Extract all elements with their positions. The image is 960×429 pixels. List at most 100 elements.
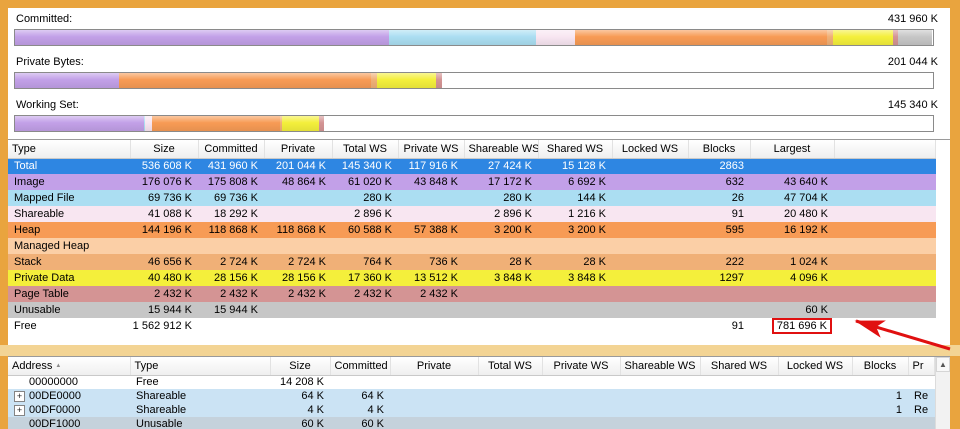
highlighted-largest-free-value: 781 696 K [772, 318, 832, 334]
column-header-private-ws[interactable]: Private WS [398, 140, 464, 158]
filler-cell [834, 254, 936, 270]
value-cell [398, 206, 464, 222]
value-cell [538, 302, 612, 318]
value-cell [542, 375, 620, 389]
value-cell [332, 302, 398, 318]
column-header-locked-ws[interactable]: Locked WS [612, 140, 688, 158]
type-cell: Stack [8, 254, 130, 270]
value-cell [688, 302, 750, 318]
column-header-locked-ws[interactable]: Locked WS [778, 357, 852, 375]
summary-row-unusable[interactable]: Unusable15 944 K15 944 K60 K [8, 302, 936, 318]
summary-row-managed_heap[interactable]: Managed Heap [8, 238, 936, 254]
value-cell: 2 724 K [198, 254, 264, 270]
column-header-pr[interactable]: Pr [908, 357, 935, 375]
type-cell: Image [8, 174, 130, 190]
type-cell: Private Data [8, 270, 130, 286]
column-header-shared-ws[interactable]: Shared WS [538, 140, 612, 158]
value-cell [542, 403, 620, 417]
value-cell: 64 K [270, 389, 330, 403]
detail-header-row: Address▲TypeSizeCommittedPrivateTotal WS… [8, 357, 935, 375]
value-cell [398, 238, 464, 254]
protection-cell: Re [908, 403, 935, 417]
column-header-blocks[interactable]: Blocks [852, 357, 908, 375]
value-cell [130, 238, 198, 254]
value-cell: 48 864 K [264, 174, 332, 190]
value-cell [612, 302, 688, 318]
column-header-private[interactable]: Private [390, 357, 478, 375]
column-header-size[interactable]: Size [270, 357, 330, 375]
value-cell: 60 K [270, 417, 330, 429]
column-header-type[interactable]: Type [8, 140, 130, 158]
column-header-total-ws[interactable]: Total WS [332, 140, 398, 158]
detail-row-00000000[interactable]: 00000000Free14 208 K [8, 375, 935, 389]
value-cell [478, 375, 542, 389]
column-header-shared-ws[interactable]: Shared WS [700, 357, 778, 375]
value-cell [390, 417, 478, 429]
value-cell: 1 [852, 389, 908, 403]
value-cell: 632 [688, 174, 750, 190]
value-cell: 57 388 K [398, 222, 464, 238]
summary-row-total[interactable]: Total536 608 K431 960 K201 044 K145 340 … [8, 158, 936, 174]
meter-segment-private_data [282, 116, 319, 131]
value-cell [612, 238, 688, 254]
column-header-address[interactable]: Address▲ [8, 357, 130, 375]
value-cell [264, 302, 332, 318]
meter-segment-mapped_file [389, 30, 537, 45]
expand-icon[interactable]: + [14, 391, 25, 402]
column-header-type[interactable]: Type [130, 357, 270, 375]
value-cell: 2 896 K [332, 206, 398, 222]
value-cell: 595 [688, 222, 750, 238]
value-cell [620, 417, 700, 429]
meter-segment-heap [152, 116, 281, 131]
value-cell [390, 389, 478, 403]
summary-row-private_data[interactable]: Private Data40 480 K28 156 K28 156 K17 3… [8, 270, 936, 286]
summary-row-stack[interactable]: Stack46 656 K2 724 K2 724 K764 K736 K28 … [8, 254, 936, 270]
detail-row-00DF1000[interactable]: 00DF1000Unusable60 K60 K [8, 417, 935, 429]
summary-row-free[interactable]: Free1 562 912 K91781 696 K [8, 318, 936, 334]
column-header-committed[interactable]: Committed [198, 140, 264, 158]
filler-cell [834, 238, 936, 254]
meter-segment-page_table [436, 73, 442, 88]
summary-row-mapped_file[interactable]: Mapped File69 736 K69 736 K280 K280 K144… [8, 190, 936, 206]
value-cell: 3 200 K [538, 222, 612, 238]
value-cell: 2 432 K [398, 286, 464, 302]
column-header-committed[interactable]: Committed [330, 357, 390, 375]
value-cell [612, 318, 688, 334]
private-bytes-label: Private Bytes: [16, 56, 84, 68]
value-cell [852, 375, 908, 389]
value-cell [778, 403, 852, 417]
expand-icon[interactable]: + [14, 405, 25, 416]
value-cell [700, 403, 778, 417]
detail-row-00DF0000[interactable]: +00DF0000Shareable4 K4 K1Re [8, 403, 935, 417]
meter-segment-heap [119, 73, 371, 88]
vertical-scrollbar[interactable]: ▲ [935, 357, 950, 429]
value-cell: 175 808 K [198, 174, 264, 190]
pane-splitter[interactable] [0, 345, 960, 356]
value-cell [542, 389, 620, 403]
value-cell [612, 254, 688, 270]
summary-row-page_table[interactable]: Page Table2 432 K2 432 K2 432 K2 432 K2 … [8, 286, 936, 302]
scroll-up-icon[interactable]: ▲ [936, 357, 950, 372]
column-header-private-ws[interactable]: Private WS [542, 357, 620, 375]
column-header-blocks[interactable]: Blocks [688, 140, 750, 158]
column-header-shareable-ws[interactable]: Shareable WS [620, 357, 700, 375]
value-cell: 144 K [538, 190, 612, 206]
value-cell [390, 403, 478, 417]
column-header-size[interactable]: Size [130, 140, 198, 158]
summary-row-heap[interactable]: Heap144 196 K118 868 K118 868 K60 588 K5… [8, 222, 936, 238]
column-header-private[interactable]: Private [264, 140, 332, 158]
column-header-total-ws[interactable]: Total WS [478, 357, 542, 375]
value-cell: 60 588 K [332, 222, 398, 238]
column-header-shareable-ws[interactable]: Shareable WS [464, 140, 538, 158]
summary-row-image[interactable]: Image176 076 K175 808 K48 864 K61 020 K4… [8, 174, 936, 190]
value-cell [620, 375, 700, 389]
value-cell [620, 389, 700, 403]
filler-cell [834, 318, 936, 334]
column-header-largest[interactable]: Largest [750, 140, 834, 158]
value-cell: 47 704 K [750, 190, 834, 206]
detail-row-00DE0000[interactable]: +00DE0000Shareable64 K64 K1Re [8, 389, 935, 403]
summary-row-shareable[interactable]: Shareable41 088 K18 292 K2 896 K2 896 K1… [8, 206, 936, 222]
meter-segment-image [15, 116, 144, 131]
value-cell: 17 360 K [332, 270, 398, 286]
value-cell [198, 238, 264, 254]
